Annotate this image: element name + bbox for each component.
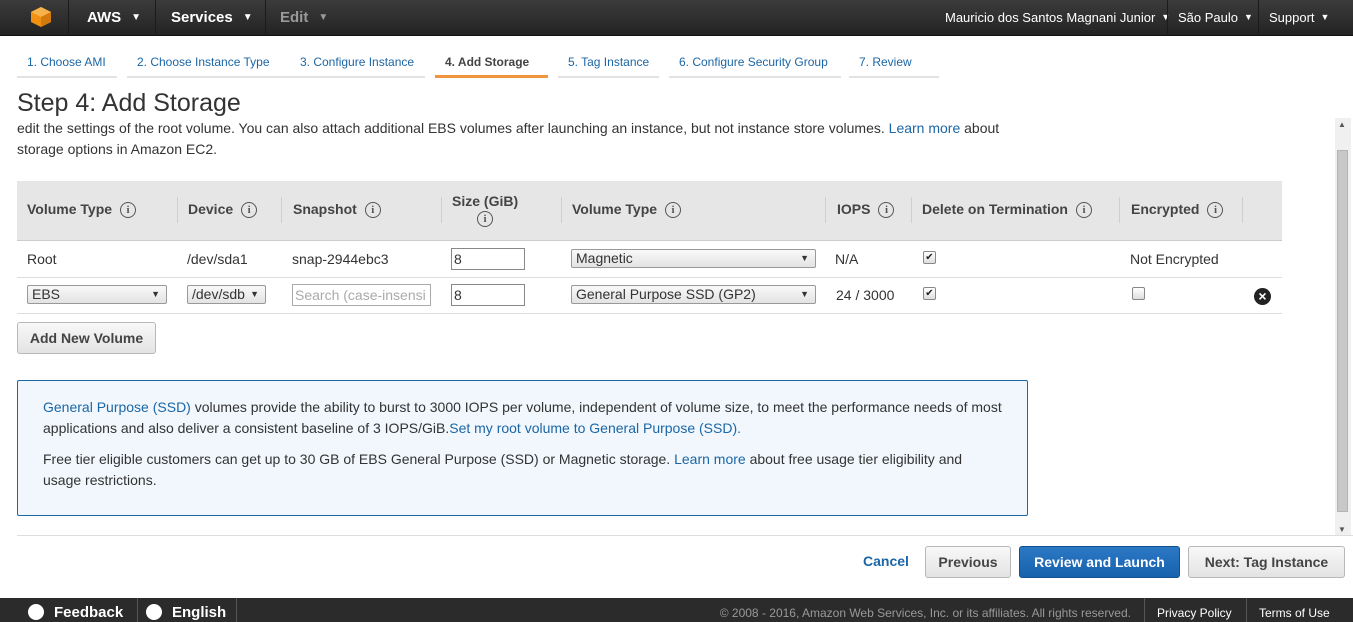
- delete-on-termination-checkbox[interactable]: ✔: [923, 251, 936, 264]
- cancel-button[interactable]: Cancel: [852, 546, 920, 578]
- user-menu[interactable]: Mauricio dos Santos Magnani Junior ▼: [945, 10, 1170, 25]
- ebs-volume-type-select[interactable]: Magnetic ▼: [571, 249, 816, 268]
- iops-cell: N/A: [835, 251, 859, 267]
- dropdown-arrow-icon: ▼: [800, 253, 809, 263]
- dropdown-arrow-icon: ▼: [250, 289, 259, 299]
- size-input[interactable]: 8: [451, 284, 525, 306]
- page-title: Step 4: Add Storage: [17, 89, 241, 117]
- header-encrypted: Encrypted i: [1131, 201, 1224, 218]
- tab-choose-instance-type[interactable]: 2. Choose Instance Type: [127, 46, 291, 78]
- free-tier-learn-more-link[interactable]: Learn more: [674, 451, 746, 467]
- header-size: Size (GiB) i: [452, 193, 519, 227]
- table-header: Volume Type i Device i Snapshot i Size (GiB…: [17, 181, 1282, 241]
- services-menu[interactable]: Services ▼: [171, 9, 253, 26]
- globe-icon: [146, 604, 162, 620]
- tab-choose-ami[interactable]: 1. Choose AMI: [17, 46, 117, 78]
- header-iops: IOPS i: [837, 201, 895, 218]
- remove-volume-icon[interactable]: ×: [1254, 288, 1271, 305]
- tab-configure-instance[interactable]: 3. Configure Instance: [290, 46, 425, 78]
- chevron-down-icon: ▼: [1244, 12, 1253, 22]
- header-device: Device i: [188, 201, 258, 218]
- dropdown-arrow-icon: ▼: [800, 289, 809, 299]
- table-row: Root /dev/sda1 snap-2944ebc3 8 Magnetic ▼…: [17, 242, 1282, 278]
- learn-more-link[interactable]: Learn more: [889, 120, 961, 136]
- chevron-down-icon: ▼: [242, 12, 253, 23]
- scroll-down-icon[interactable]: ▼: [1338, 525, 1346, 534]
- set-root-volume-gp-link[interactable]: Set my root volume to General Purpose (S…: [449, 420, 741, 436]
- delete-on-termination-checkbox[interactable]: ✔: [923, 287, 936, 300]
- info-icon[interactable]: i: [1207, 202, 1224, 218]
- feedback-link[interactable]: Feedback: [28, 604, 123, 621]
- snapshot-search-input[interactable]: Search (case-insensi: [292, 284, 431, 306]
- header-delete-on-termination: Delete on Termination i: [922, 201, 1092, 218]
- chevron-down-icon: ▼: [318, 12, 329, 23]
- tab-add-storage[interactable]: 4. Add Storage: [435, 46, 548, 78]
- ssd-info-box: General Purpose (SSD) volumes provide th…: [17, 380, 1028, 516]
- info-icon[interactable]: i: [120, 202, 137, 218]
- tab-configure-security-group[interactable]: 6. Configure Security Group: [669, 46, 841, 78]
- tab-tag-instance[interactable]: 5. Tag Instance: [558, 46, 659, 78]
- aws-menu[interactable]: AWS ▼: [87, 9, 141, 26]
- device-cell: /dev/sda1: [187, 251, 248, 267]
- footer: Feedback English © 2008 - 2016, Amazon W…: [0, 598, 1353, 622]
- chevron-down-icon: ▼: [131, 12, 142, 23]
- chevron-down-icon: ▼: [1161, 12, 1171, 22]
- divider: [17, 535, 1353, 536]
- volume-type-select[interactable]: EBS ▼: [27, 285, 167, 304]
- info-icon[interactable]: i: [477, 211, 494, 227]
- support-menu[interactable]: Support ▼: [1269, 10, 1329, 25]
- encrypted-checkbox[interactable]: [1132, 287, 1145, 300]
- iops-cell: 24 / 3000: [836, 287, 895, 303]
- info-icon[interactable]: i: [665, 202, 682, 218]
- previous-button[interactable]: Previous: [925, 546, 1011, 578]
- general-purpose-ssd-link[interactable]: General Purpose (SSD): [43, 399, 191, 415]
- info-icon[interactable]: i: [1075, 202, 1092, 218]
- encrypted-cell: Not Encrypted: [1130, 251, 1219, 267]
- top-navigation: AWS ▼ Services ▼ Edit ▼ Mauricio dos Santos…: [0, 0, 1353, 36]
- content-scrollbar[interactable]: ▲ ▼: [1335, 118, 1351, 536]
- table-row: EBS ▼ /dev/sdb ▼ Search (case-insensi 8 Ge…: [17, 278, 1282, 314]
- header-volume-type: Volume Type i: [27, 201, 137, 218]
- info-icon[interactable]: i: [364, 202, 381, 218]
- storage-description: edit the settings of the root volume. Yo…: [17, 120, 1000, 157]
- terms-of-use-link[interactable]: Terms of Use: [1259, 606, 1330, 620]
- info-icon[interactable]: i: [241, 202, 258, 218]
- aws-cube-icon[interactable]: [30, 6, 52, 28]
- snapshot-cell: snap-2944ebc3: [292, 251, 389, 267]
- chevron-down-icon: ▼: [1320, 12, 1330, 22]
- ebs-volume-type-select[interactable]: General Purpose SSD (GP2) ▼: [571, 285, 816, 304]
- device-select[interactable]: /dev/sdb ▼: [187, 285, 266, 304]
- size-input[interactable]: 8: [451, 248, 525, 270]
- privacy-policy-link[interactable]: Privacy Policy: [1157, 606, 1232, 620]
- info-icon[interactable]: i: [878, 202, 895, 218]
- add-new-volume-button[interactable]: Add New Volume: [17, 322, 156, 354]
- copyright: © 2008 - 2016, Amazon Web Services, Inc.…: [719, 606, 1131, 620]
- header-ebs-volume-type: Volume Type i: [572, 201, 682, 218]
- region-menu[interactable]: São Paulo ▼: [1178, 10, 1253, 25]
- volume-type-cell: Root: [27, 251, 57, 267]
- review-and-launch-button[interactable]: Review and Launch: [1019, 546, 1180, 578]
- scroll-up-icon[interactable]: ▲: [1338, 120, 1346, 129]
- language-link[interactable]: English: [146, 604, 226, 621]
- dropdown-arrow-icon: ▼: [151, 289, 160, 299]
- scroll-thumb[interactable]: [1337, 150, 1348, 512]
- edit-menu[interactable]: Edit ▼: [280, 9, 328, 26]
- header-snapshot: Snapshot i: [293, 201, 381, 218]
- tab-review[interactable]: 7. Review: [849, 46, 939, 78]
- next-tag-instance-button[interactable]: Next: Tag Instance: [1188, 546, 1345, 578]
- speech-bubble-icon: [28, 604, 44, 620]
